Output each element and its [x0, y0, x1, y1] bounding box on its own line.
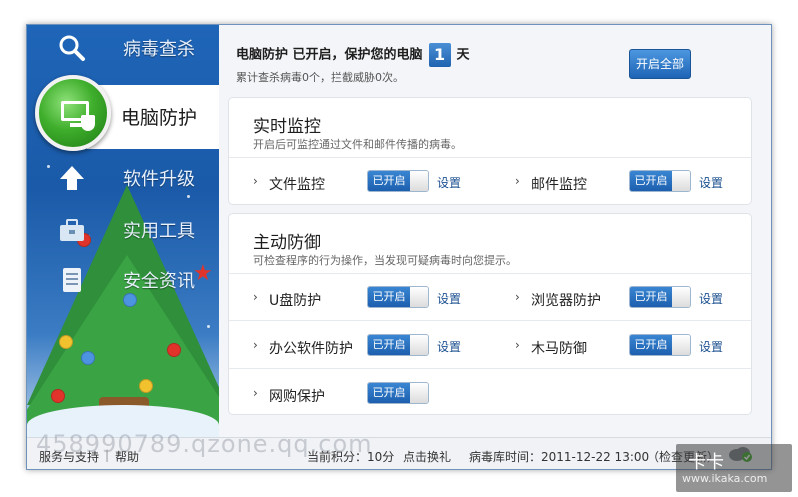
trojan-defense-settings-link[interactable]: 设置 [699, 338, 723, 355]
toggle-state: 已开启 [368, 171, 410, 191]
status-prefix: 电脑防护 已开启，保护您的电脑 [236, 47, 423, 63]
logo-text: 卡卡 [688, 452, 724, 473]
office-protection-settings-link[interactable]: 设置 [437, 338, 461, 355]
toggle-knob [672, 335, 690, 355]
logo-url: www.ikaka.com [682, 472, 768, 485]
toggle-state: 已开启 [368, 287, 410, 307]
magnifier-icon [59, 35, 85, 61]
nav-label: 软件升级 [123, 169, 195, 190]
sidebar: ★ 病毒查杀 电脑防护 软件升级 实用工具 安全资讯 [27, 25, 219, 437]
feature-label: 网购保护 [269, 389, 325, 405]
nav-label: 安全资讯 [123, 271, 195, 292]
protection-status: 电脑防护 已开启，保护您的电脑 1 天 [236, 43, 470, 67]
feature-browser-protection: › 浏览器防护 已开启 设置 [515, 286, 745, 312]
feature-label: 办公软件防护 [269, 341, 353, 357]
card-title: 主动防御 [253, 233, 321, 253]
monitor-shield-icon [35, 75, 111, 151]
ornament [59, 335, 73, 349]
chevron-right-icon: › [253, 338, 258, 352]
toggle-state: 已开启 [630, 287, 672, 307]
feature-label: 浏览器防护 [531, 293, 601, 309]
nav-software-upgrade[interactable]: 软件升级 [27, 155, 219, 201]
main-content: 电脑防护 已开启，保护您的电脑 1 天 累计查杀病毒0个，拦截威胁0次。 开启全部 … [219, 25, 771, 437]
protection-stats: 累计查杀病毒0个，拦截威胁0次。 [236, 71, 404, 84]
feature-label: U盘防护 [269, 293, 322, 309]
toggle-knob [410, 171, 428, 191]
toggle-knob [410, 383, 428, 403]
divider [229, 157, 751, 158]
trojan-defense-toggle[interactable]: 已开启 [629, 334, 691, 356]
feature-label: 邮件监控 [531, 177, 587, 193]
toggle-knob [672, 171, 690, 191]
divider [229, 368, 751, 369]
nav-security-news[interactable]: 安全资讯 [27, 257, 219, 303]
chevron-right-icon: › [515, 174, 520, 188]
file-monitor-settings-link[interactable]: 设置 [437, 174, 461, 191]
feature-label: 木马防御 [531, 341, 587, 357]
nav-label: 实用工具 [123, 221, 195, 242]
chevron-right-icon: › [253, 386, 258, 400]
ornament [51, 389, 65, 403]
nav-virus-scan[interactable]: 病毒查杀 [27, 25, 219, 71]
ornament [139, 379, 153, 393]
mail-monitor-toggle[interactable]: 已开启 [629, 170, 691, 192]
ornament [167, 343, 181, 357]
toggle-state: 已开启 [630, 335, 672, 355]
card-title: 实时监控 [253, 117, 321, 137]
realtime-monitor-card: 实时监控 开启后可监控通过文件和邮件传播的病毒。 › 文件监控 已开启 设置 ›… [228, 97, 752, 205]
active-defense-card: 主动防御 可检查程序的行为操作，当发现可疑病毒时向您提示。 › U盘防护 已开启… [228, 213, 752, 415]
feature-usb-protection: › U盘防护 已开启 设置 [253, 286, 493, 312]
toggle-knob [410, 287, 428, 307]
chevron-right-icon: › [515, 338, 520, 352]
chevron-right-icon: › [253, 174, 258, 188]
feature-label: 文件监控 [269, 177, 325, 193]
mail-monitor-settings-link[interactable]: 设置 [699, 174, 723, 191]
card-description: 开启后可监控通过文件和邮件传播的病毒。 [253, 138, 462, 151]
days-suffix: 天 [456, 47, 470, 63]
nav-label: 电脑防护 [121, 107, 198, 129]
shield-shape [81, 115, 95, 131]
up-arrow-icon [60, 166, 84, 190]
qzone-watermark: 458990789.qzone.qq.com [36, 430, 373, 458]
toggle-knob [410, 335, 428, 355]
browser-protection-toggle[interactable]: 已开启 [629, 286, 691, 308]
usb-protection-settings-link[interactable]: 设置 [437, 290, 461, 307]
feature-shopping-protection: › 网购保护 已开启 [253, 382, 493, 408]
enable-all-button[interactable]: 开启全部 [629, 49, 691, 79]
nav-utilities[interactable]: 实用工具 [27, 207, 219, 253]
virus-db-time: 病毒库时间：2011-12-22 13:00 [469, 450, 650, 464]
app-window: ★ 病毒查杀 电脑防护 软件升级 实用工具 安全资讯 电脑防护 已开启，保护您的… [26, 24, 772, 470]
feature-mail-monitor: › 邮件监控 已开启 设置 [515, 170, 745, 196]
protection-header: 电脑防护 已开启，保护您的电脑 1 天 累计查杀病毒0个，拦截威胁0次。 开启全部 [219, 25, 771, 93]
feature-office-protection: › 办公软件防护 已开启 设置 [253, 334, 493, 360]
days-counter: 1 [428, 43, 451, 67]
toggle-state: 已开启 [368, 383, 410, 403]
chevron-right-icon: › [253, 290, 258, 304]
usb-protection-toggle[interactable]: 已开启 [367, 286, 429, 308]
file-monitor-toggle[interactable]: 已开启 [367, 170, 429, 192]
toggle-state: 已开启 [630, 171, 672, 191]
toolbox-icon [60, 219, 84, 241]
office-protection-toggle[interactable]: 已开启 [367, 334, 429, 356]
toggle-knob [672, 287, 690, 307]
card-description: 可检查程序的行为操作，当发现可疑病毒时向您提示。 [253, 254, 517, 267]
chevron-right-icon: › [515, 290, 520, 304]
ikaka-logo: 卡卡 www.ikaka.com [676, 444, 792, 492]
toggle-state: 已开启 [368, 335, 410, 355]
divider [229, 273, 751, 274]
feature-file-monitor: › 文件监控 已开启 设置 [253, 170, 493, 196]
divider [229, 320, 751, 321]
news-icon [63, 268, 81, 292]
ornament [81, 351, 95, 365]
browser-protection-settings-link[interactable]: 设置 [699, 290, 723, 307]
feature-trojan-defense: › 木马防御 已开启 设置 [515, 334, 745, 360]
nav-label: 病毒查杀 [123, 39, 195, 60]
redeem-link[interactable]: 点击换礼 [403, 448, 451, 465]
shopping-protection-toggle[interactable]: 已开启 [367, 382, 429, 404]
